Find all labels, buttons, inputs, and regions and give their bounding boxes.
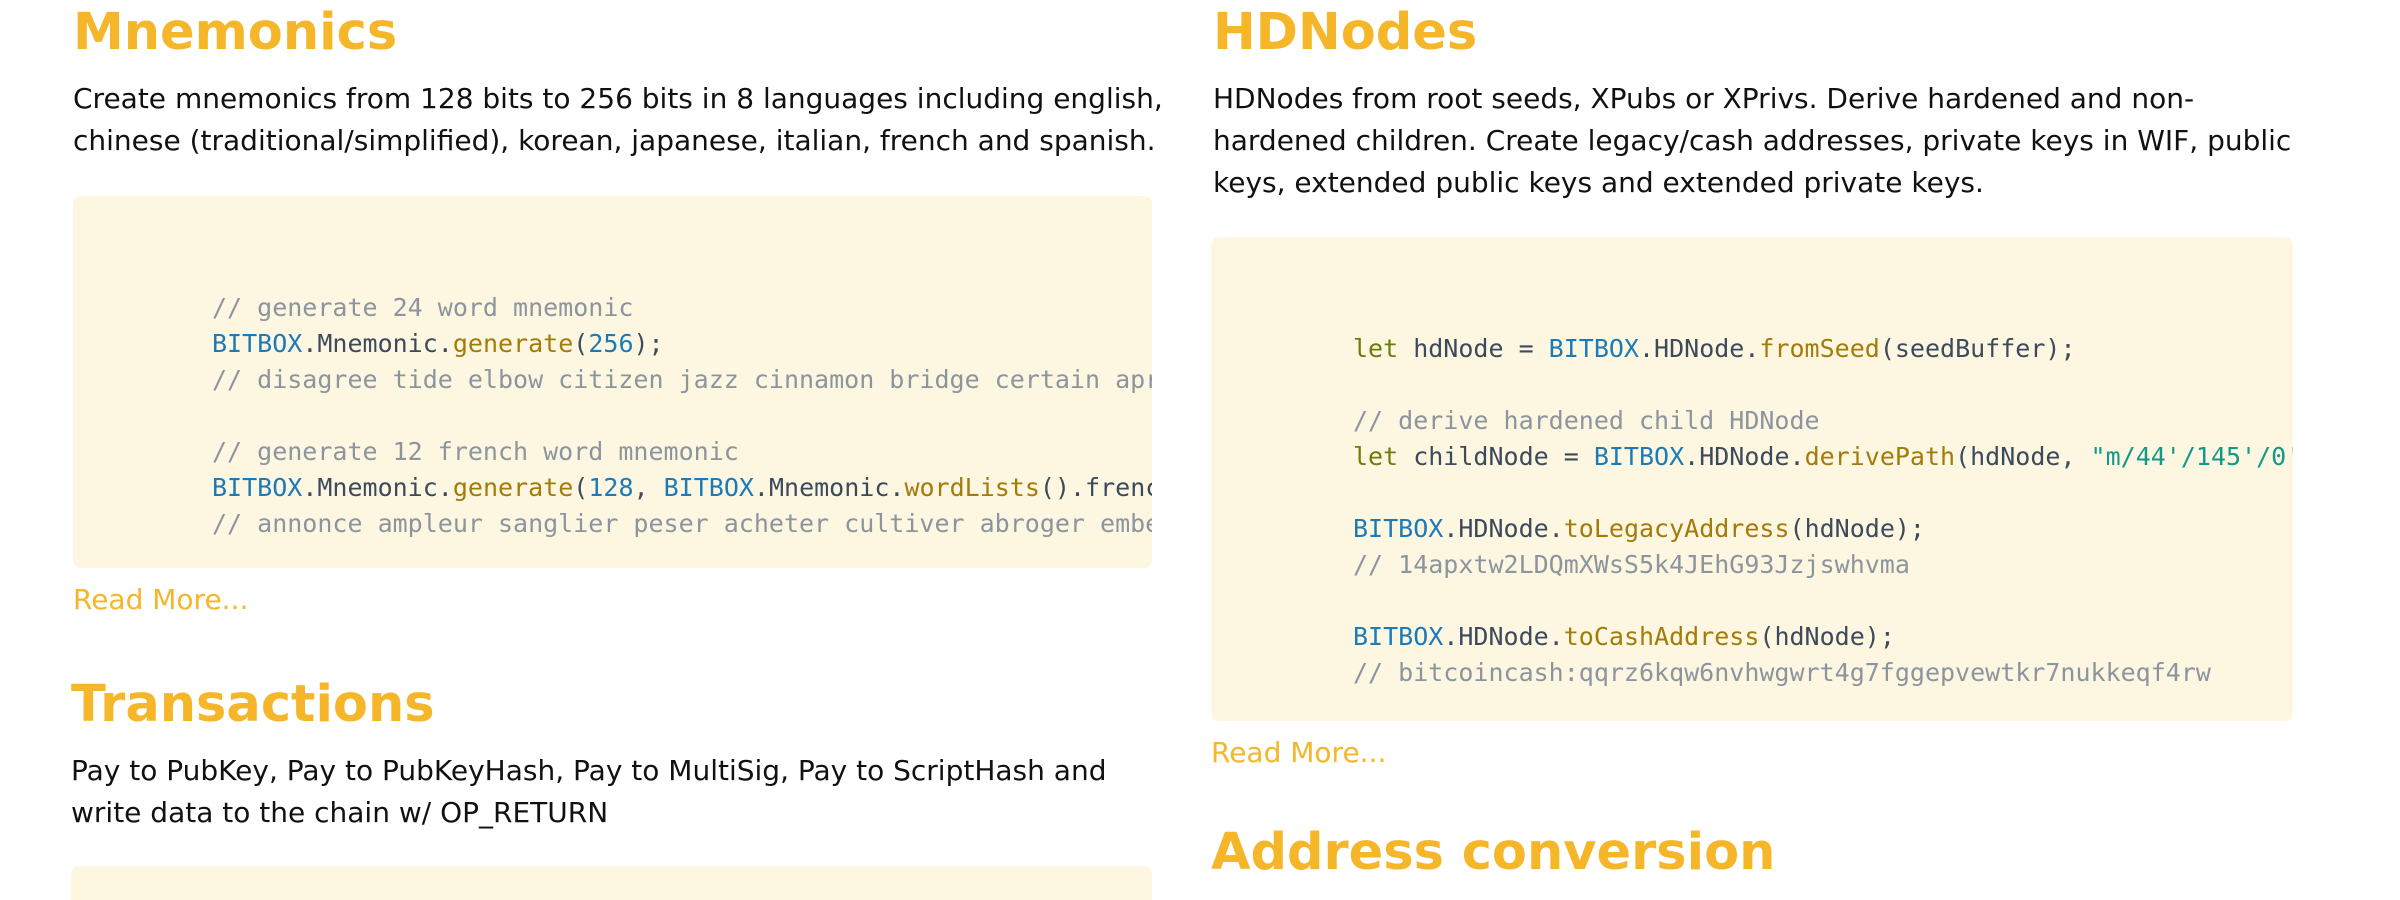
hdnodes-desc-line-3: keys, extended public keys and extended … [1213, 166, 1984, 199]
transactions-title: Transactions [71, 675, 435, 734]
hdnodes-desc-line-1: HDNodes from root seeds, XPubs or XPrivs… [1213, 82, 2195, 115]
mnemonics-read-more-link[interactable]: Read More... [73, 582, 248, 618]
code-line: BITBOX.HDNode.toLegacyAddress(hdNode); [1353, 514, 1925, 543]
transactions-description: Pay to PubKey, Pay to PubKeyHash, Pay to… [71, 750, 1161, 834]
code-blank [1353, 367, 2293, 403]
mnemonics-code: // generate 24 word mnemonic BITBOX.Mnemo… [212, 254, 1152, 568]
code-line: let hdNode = BITBOX.HDNode.fromSeed(seed… [1353, 334, 2076, 363]
mnemonics-description: Create mnemonics from 128 bits to 256 bi… [73, 78, 1163, 162]
hdnodes-code-block: let hdNode = BITBOX.HDNode.fromSeed(seed… [1211, 237, 2293, 721]
code-line: BITBOX.Mnemonic.generate(256); [212, 329, 664, 358]
code-blank [212, 398, 1152, 434]
code-comment: // generate 12 french word mnemonic [212, 437, 739, 466]
transactions-section: Transactions Pay to PubKey, Pay to PubKe… [71, 672, 1161, 834]
hdnodes-read-more-link[interactable]: Read More... [1211, 735, 1386, 771]
transactions-desc-line-2: write data to the chain w/ OP_RETURN [71, 796, 609, 829]
code-blank [1353, 475, 2293, 511]
code-line: BITBOX.HDNode.toCashAddress(hdNode); [1353, 622, 1895, 651]
hdnodes-desc-line-2: hardened children. Create legacy/cash ad… [1213, 124, 2292, 157]
mnemonics-desc-line-1: Create mnemonics from 128 bits to 256 bi… [73, 82, 1163, 115]
code-comment: // bitcoincash:qqrz6kqw6nvhwgwrt4g7fggep… [1353, 658, 2211, 687]
code-comment: // 14apxtw2LDQmXWsS5k4JEhG93Jzjswhvma [1353, 550, 1910, 579]
code-line: let childNode = BITBOX.HDNode.derivePath… [1353, 442, 2293, 471]
transactions-desc-line-1: Pay to PubKey, Pay to PubKeyHash, Pay to… [71, 754, 1107, 787]
hdnodes-section: HDNodes HDNodes from root seeds, XPubs o… [1213, 0, 2303, 204]
mnemonics-desc-line-2: chinese (traditional/simplified), korean… [73, 124, 1156, 157]
code-line: BITBOX.Mnemonic.generate(128, BITBOX.Mne… [212, 473, 1152, 502]
mnemonics-code-block: // generate 24 word mnemonic BITBOX.Mnemo… [73, 196, 1152, 568]
code-comment: // generate 24 word mnemonic [212, 293, 634, 322]
code-comment: // annonce ampleur sanglier peser achete… [212, 509, 1152, 538]
address-conversion-title: Address conversion [1211, 823, 1776, 882]
hdnodes-description: HDNodes from root seeds, XPubs or XPrivs… [1213, 78, 2303, 204]
mnemonics-title: Mnemonics [73, 3, 398, 62]
code-comment: // disagree tide elbow citizen jazz cinn… [212, 365, 1152, 394]
mnemonics-section: Mnemonics Create mnemonics from 128 bits… [73, 0, 1163, 162]
hdnodes-title: HDNodes [1213, 3, 1478, 62]
transactions-code-block [71, 866, 1152, 900]
hdnodes-code: let hdNode = BITBOX.HDNode.fromSeed(seed… [1353, 295, 2293, 721]
address-conversion-section: Address conversion [1211, 820, 2301, 886]
code-comment: // derive hardened child HDNode [1353, 406, 1820, 435]
code-blank [1353, 583, 2293, 619]
